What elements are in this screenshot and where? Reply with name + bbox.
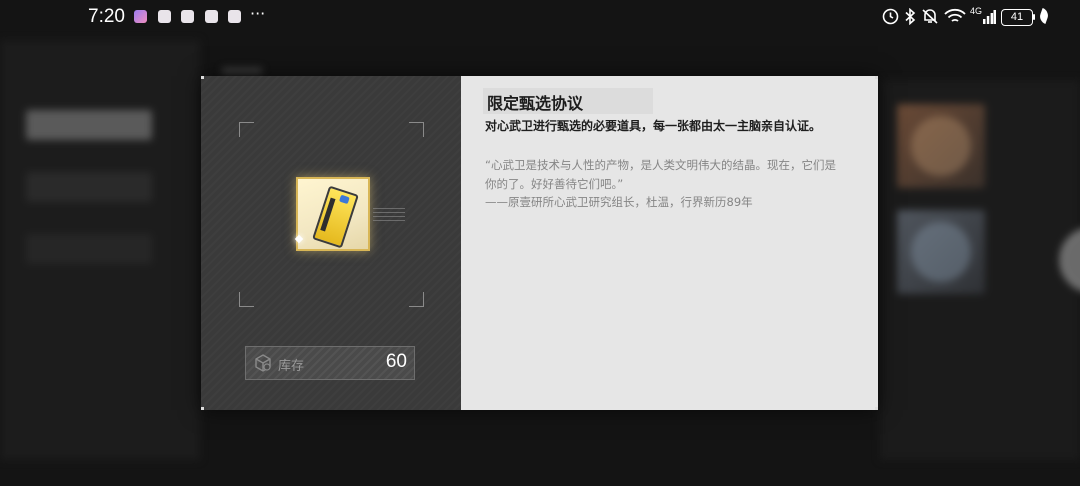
bg-character-card	[897, 210, 985, 294]
lore-line: 你的了。好好善待它们吧。”	[485, 176, 624, 191]
bg-tab	[222, 68, 262, 74]
bg-menu-button	[26, 172, 152, 202]
frame-corner	[239, 292, 254, 307]
notification-app-icon	[158, 10, 171, 23]
corner-marker	[875, 407, 878, 410]
corner-marker	[201, 407, 204, 410]
battery-cap	[1033, 14, 1035, 20]
item-detail-dialog: 库存 60 限定甄选协议 对心武卫进行甄选的必要道具，每一张都由太一主脑亲自认证…	[201, 76, 878, 410]
lore-attribution: ——原壹研所心武卫研究组长，杜温，行界新历89年	[485, 195, 753, 209]
bg-character-card	[897, 104, 985, 188]
item-description-panel: 限定甄选协议 对心武卫进行甄选的必要道具，每一张都由太一主脑亲自认证。 “心武卫…	[461, 76, 878, 410]
leaf-icon	[1037, 8, 1051, 24]
decorative-fine-print	[373, 208, 405, 224]
frame-corner	[409, 122, 424, 137]
item-preview-panel: 库存 60	[201, 76, 461, 410]
mute-icon	[922, 9, 938, 24]
notification-app-icon	[181, 10, 194, 23]
yellow-card-item-icon	[312, 185, 359, 249]
box-icon	[255, 354, 271, 372]
lore-line: “心武卫是技术与人性的产物，是人类文明伟大的结晶。现在，它们是	[485, 158, 836, 172]
wifi-icon	[944, 8, 966, 22]
alarm-icon	[882, 8, 899, 25]
status-bar: 7:20 ··· 4G 41	[0, 0, 1080, 34]
bg-menu-button	[26, 110, 152, 140]
notification-app-icon	[134, 10, 147, 23]
bluetooth-icon	[905, 8, 916, 25]
item-icon-frame	[296, 177, 370, 251]
stock-counter: 库存 60	[245, 346, 415, 380]
corner-marker	[875, 76, 878, 79]
item-name: 限定甄选协议	[487, 94, 584, 113]
signal-icon	[983, 10, 996, 24]
frame-corner	[409, 292, 424, 307]
frame-corner	[239, 122, 254, 137]
stock-count: 60	[385, 351, 407, 372]
stock-label: 库存	[278, 359, 305, 374]
item-lore: “心武卫是技术与人性的产物，是人类文明伟大的结晶。现在，它们是 你的了。好好善待…	[485, 156, 865, 212]
notification-app-icon	[205, 10, 218, 23]
network-type-label: 4G	[970, 6, 983, 16]
bg-menu-button	[26, 234, 152, 264]
clock: 7:20	[88, 6, 125, 27]
more-notifications-icon: ···	[250, 4, 266, 23]
battery-icon: 41	[1001, 9, 1033, 26]
notification-app-icon	[228, 10, 241, 23]
corner-marker	[201, 76, 204, 79]
item-description: 对心武卫进行甄选的必要道具，每一张都由太一主脑亲自认证。	[485, 119, 822, 133]
